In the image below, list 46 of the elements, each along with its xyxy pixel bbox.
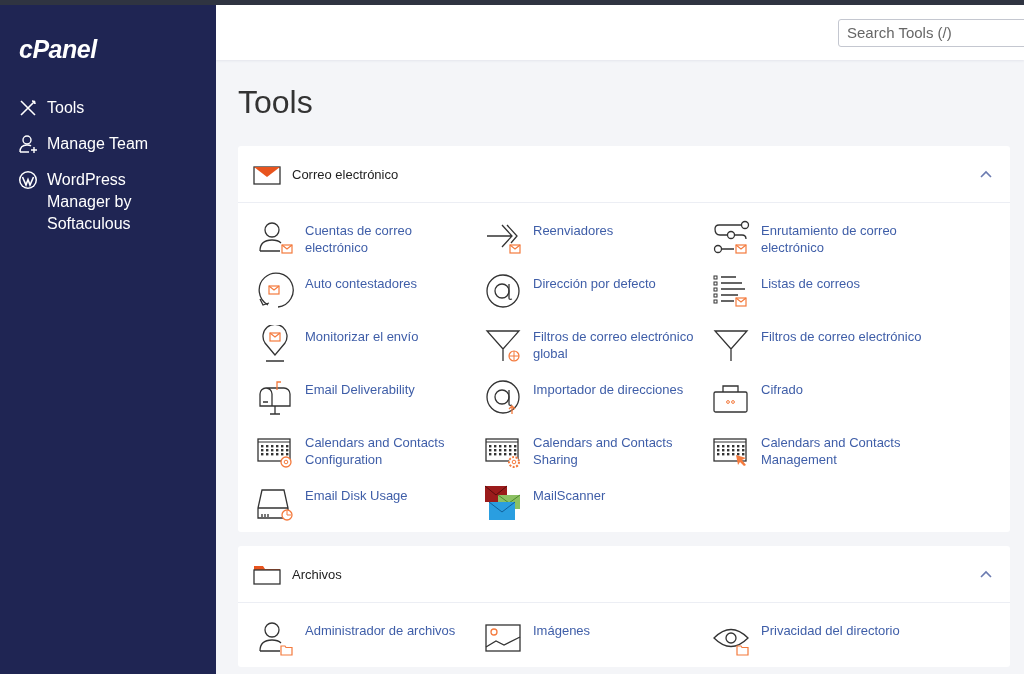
list-mail-icon[interactable] bbox=[712, 272, 750, 310]
mailbox-icon[interactable] bbox=[256, 378, 294, 416]
cpanel-logo[interactable]: cPanel bbox=[19, 35, 97, 64]
folder-icon bbox=[253, 563, 281, 585]
tool-link[interactable]: Cifrado bbox=[761, 378, 803, 398]
tool-link[interactable]: Calendars and Contacts Management bbox=[761, 431, 933, 468]
tool-link[interactable]: Monitorizar el envío bbox=[305, 325, 419, 345]
tool-link[interactable]: Privacidad del directorio bbox=[761, 619, 900, 639]
add-user-icon bbox=[18, 134, 38, 154]
tool-link[interactable]: Enrutamiento de correo electrónico bbox=[761, 219, 933, 256]
tool-link[interactable]: MailScanner bbox=[533, 484, 606, 504]
tool-link[interactable]: Filtros de correo electrónico global bbox=[533, 325, 705, 362]
tool-link[interactable]: Calendars and Contacts Configuration bbox=[305, 431, 477, 468]
section-header[interactable]: Correo electrónico bbox=[238, 146, 1010, 203]
envelopes-icon[interactable] bbox=[484, 484, 522, 522]
page-title: Tools bbox=[238, 84, 313, 121]
chevron-icon[interactable] bbox=[980, 570, 992, 578]
person-mail-icon[interactable] bbox=[256, 219, 294, 257]
at-sign-icon[interactable] bbox=[484, 272, 522, 310]
tool-link[interactable]: Administrador de archivos bbox=[305, 619, 456, 639]
tool-link[interactable]: Imágenes bbox=[533, 619, 591, 639]
tool-link[interactable]: Cuentas de correo electrónico bbox=[305, 219, 477, 256]
circular-arrow-mail-icon[interactable] bbox=[256, 272, 294, 310]
tool-link[interactable]: Listas de correos bbox=[761, 272, 860, 292]
tool-link[interactable]: Email Deliverability bbox=[305, 378, 415, 398]
section-title: Correo electrónico bbox=[292, 166, 399, 182]
tool-link[interactable]: Dirección por defecto bbox=[533, 272, 656, 292]
chevron-icon[interactable] bbox=[980, 170, 992, 178]
tool-link[interactable]: Calendars and Contacts Sharing bbox=[533, 431, 705, 468]
route-icon[interactable] bbox=[712, 219, 750, 257]
tool-link[interactable]: Importador de direcciones bbox=[533, 378, 684, 398]
section-title: Archivos bbox=[292, 566, 342, 582]
tool-link[interactable]: Reenviadores bbox=[533, 219, 614, 239]
tools-icon bbox=[18, 98, 38, 118]
sidebar-item[interactable]: Manage Team bbox=[18, 133, 216, 155]
wordpress-icon bbox=[18, 170, 38, 190]
search-field[interactable]: Search Tools (/) bbox=[838, 18, 1024, 47]
tool-link[interactable]: Auto contestadores bbox=[305, 272, 418, 292]
at-sign-upload-icon[interactable] bbox=[484, 378, 522, 416]
envelope-icon bbox=[253, 163, 281, 185]
sidebar-item[interactable]: WordPress Manager by Softaculous bbox=[18, 169, 216, 235]
tool-link[interactable]: Email Disk Usage bbox=[305, 484, 408, 504]
person-folder-icon[interactable] bbox=[256, 619, 294, 657]
sidebar-item[interactable]: Tools bbox=[18, 97, 216, 119]
tool-link[interactable]: Filtros de correo electrónico bbox=[761, 325, 922, 345]
section-header[interactable]: Archivos bbox=[238, 546, 1010, 603]
